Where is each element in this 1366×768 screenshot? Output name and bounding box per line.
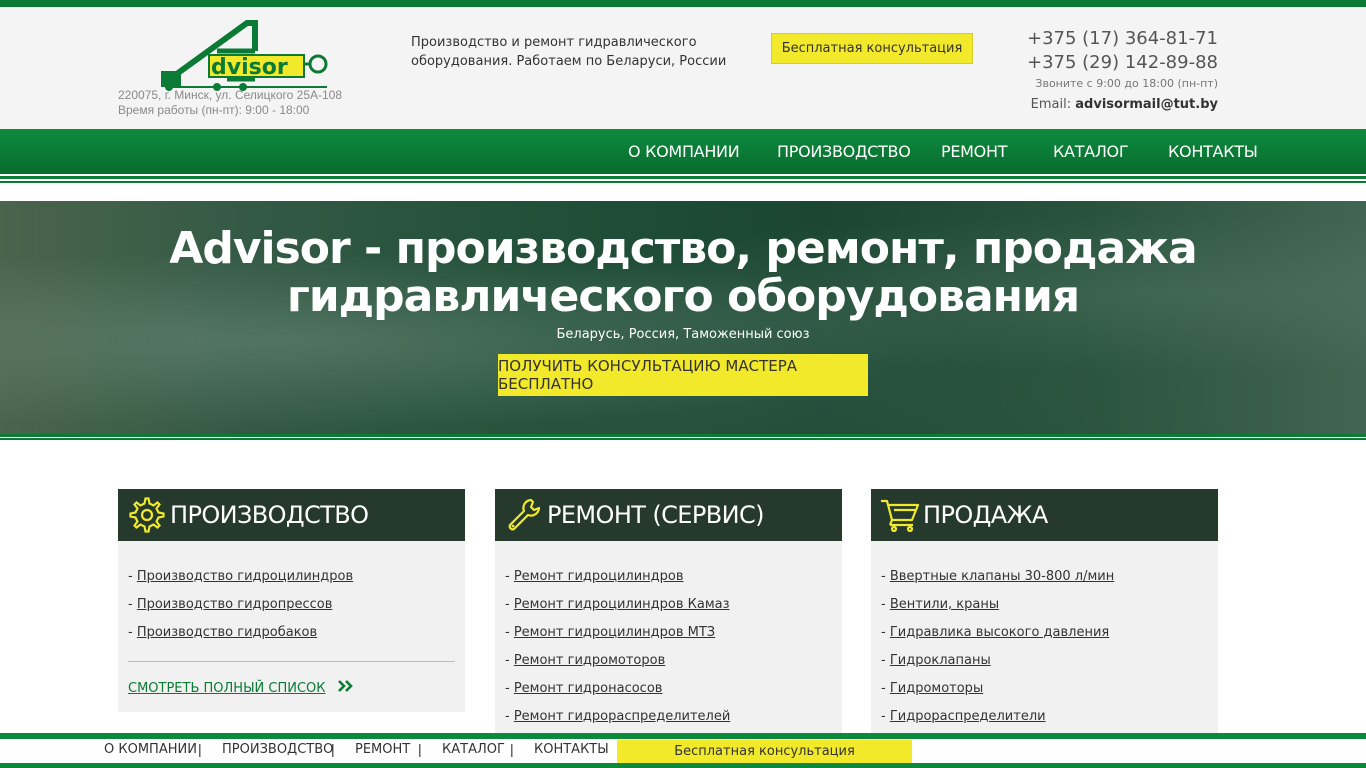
hero-banner: Advisor - производство, ремонт, продажа … [0, 201, 1366, 434]
list-item: - Ремонт гидроцилиндров Камаз [505, 597, 730, 612]
view-full-list-link[interactable]: СМОТРЕТЬ ПОЛНЫЙ СПИСОК [128, 680, 455, 702]
view-full-list-label: СМОТРЕТЬ ПОЛНЫЙ СПИСОК [128, 680, 326, 696]
nav-divider [0, 176, 1366, 179]
hero-title: Advisor - производство, ремонт, продажа … [0, 225, 1366, 321]
list-item: - Гидроклапаны [881, 653, 991, 668]
list-item: - Ремонт гидроцилиндров МТЗ [505, 625, 716, 640]
card-link[interactable]: Ремонт гидроцилиндров МТЗ [514, 625, 715, 640]
main-nav: О КОМПАНИИ ПРОИЗВОДСТВО РЕМОНТ КАТАЛОГ К… [0, 129, 1366, 174]
footer-separator: | [510, 741, 514, 757]
card-link[interactable]: Вентили, краны [890, 597, 999, 612]
wrench-icon [501, 489, 547, 541]
company-address: 220075, г. Минск, ул. Селицкого 25А-108 … [118, 88, 342, 118]
phone-1[interactable]: +375 (17) 364-81-71 [1027, 27, 1218, 51]
footer-divider [0, 733, 1366, 739]
logo-text: dvisor [211, 55, 288, 80]
card-body: - Ремонт гидроцилиндров - Ремонт гидроци… [495, 541, 842, 741]
nav-item-contacts[interactable]: КОНТАКТЫ [1168, 129, 1258, 174]
list-item: - Ремонт гидрораспределителей [505, 709, 731, 724]
footer-separator: | [198, 741, 202, 757]
email-link[interactable]: advisormail@tut.by [1075, 97, 1218, 112]
card-link[interactable]: Ремонт гидрораспределителей [514, 709, 730, 724]
card-link[interactable]: Гидромоторы [890, 681, 983, 696]
hero-subtitle: Беларусь, Россия, Таможенный союз [556, 327, 810, 342]
list-item: - Ремонт гидромоторов [505, 653, 666, 668]
card-link[interactable]: Ремонт гидроцилиндров Камаз [514, 597, 730, 612]
card-production: ПРОИЗВОДСТВО - Производство гидроцилиндр… [118, 489, 465, 712]
nav-item-production[interactable]: ПРОИЗВОДСТВО [777, 129, 911, 174]
double-chevron-right-icon [337, 680, 354, 696]
free-consultation-button[interactable]: Бесплатная консультация [771, 33, 973, 64]
card-body: - Ввертные клапаны 30-800 л/мин - Вентил… [871, 541, 1218, 741]
card-divider [128, 661, 455, 662]
work-hours-text: Время работы (пн-пт): 9:00 - 18:00 [118, 103, 310, 117]
card-link[interactable]: Производство гидропрессов [137, 597, 333, 612]
list-item: - Вентили, краны [881, 597, 1000, 612]
card-link[interactable]: Гидравлика высокого давления [890, 625, 1109, 640]
list-item: - Производство гидроцилиндров [128, 569, 354, 584]
logo[interactable]: dvisor [157, 15, 332, 91]
phone-2[interactable]: +375 (29) 142-89-88 [1027, 51, 1218, 75]
sticky-footer-bar: О КОМПАНИИ | ПРОИЗВОДСТВО | РЕМОНТ | КАТ… [0, 733, 1366, 768]
top-bar [0, 0, 1366, 7]
nav-item-repair[interactable]: РЕМОНТ [941, 129, 1007, 174]
footer-nav-catalog[interactable]: КАТАЛОГ [442, 742, 505, 757]
list-item: - Гидравлика высокого давления [881, 625, 1110, 640]
card-link[interactable]: Ввертные клапаны 30-800 л/мин [890, 569, 1114, 584]
card-link[interactable]: Производство гидроцилиндров [137, 569, 353, 584]
list-item: - Ввертные клапаны 30-800 л/мин [881, 569, 1115, 584]
footer-nav-about[interactable]: О КОМПАНИИ [104, 742, 197, 757]
cart-icon [877, 489, 923, 541]
header-tagline: Производство и ремонт гидравлического об… [411, 35, 727, 69]
header-contacts: +375 (17) 364-81-71 +375 (29) 142-89-88 … [1027, 27, 1218, 117]
list-item: - Ремонт гидронасосов [505, 681, 663, 696]
card-header: ПРОИЗВОДСТВО [118, 489, 465, 541]
footer-nav-contacts[interactable]: КОНТАКТЫ [534, 742, 609, 757]
card-title: ПРОДАЖА [923, 501, 1048, 529]
card-link[interactable]: Ремонт гидронасосов [514, 681, 663, 696]
nav-item-about[interactable]: О КОМПАНИИ [628, 129, 740, 174]
card-link[interactable]: Производство гидробаков [137, 625, 317, 640]
footer-nav-repair[interactable]: РЕМОНТ [355, 742, 410, 757]
card-link[interactable]: Гидроклапаны [890, 653, 991, 668]
hero-title-line-1: Advisor - производство, ремонт, продажа [169, 223, 1197, 274]
logo-graphic: dvisor [161, 20, 328, 91]
list-item: - Производство гидробаков [128, 625, 318, 640]
footer-divider [0, 763, 1366, 768]
nav-divider [0, 181, 1366, 183]
card-body: - Производство гидроцилиндров - Производ… [118, 541, 465, 712]
list-item: - Ремонт гидроцилиндров [505, 569, 684, 584]
card-header: ПРОДАЖА [871, 489, 1218, 541]
gear-icon [124, 489, 170, 541]
hero-title-line-2: гидравлического оборудования [286, 271, 1080, 322]
site-header: dvisor 220075, г. Минск, ул. Селицкого 2… [0, 7, 1366, 129]
nav-item-catalog[interactable]: КАТАЛОГ [1053, 129, 1129, 174]
email-line: Email: advisormail@tut.by [1027, 93, 1218, 117]
card-sales: ПРОДАЖА - Ввертные клапаны 30-800 л/мин … [871, 489, 1218, 741]
list-item: - Производство гидропрессов [128, 597, 333, 612]
address-text: 220075, г. Минск, ул. Селицкого 25А-108 [118, 88, 343, 102]
card-repair: РЕМОНТ (СЕРВИС) - Ремонт гидроцилиндров … [495, 489, 842, 741]
email-label: Email: [1030, 97, 1072, 112]
hero-consultation-button[interactable]: ПОЛУЧИТЬ КОНСУЛЬТАЦИЮ МАСТЕРА БЕСПЛАТНО [498, 354, 868, 396]
footer-consultation-button[interactable]: Бесплатная консультация [617, 740, 912, 763]
list-item: - Гидромоторы [881, 681, 984, 696]
card-link[interactable]: Ремонт гидроцилиндров [514, 569, 684, 584]
footer-separator: | [418, 741, 422, 757]
list-item: - Гидрораспределители [881, 709, 1046, 724]
card-header: РЕМОНТ (СЕРВИС) [495, 489, 842, 541]
card-title: РЕМОНТ (СЕРВИС) [547, 501, 764, 529]
footer-nav-production[interactable]: ПРОИЗВОДСТВО [222, 742, 333, 757]
footer-separator: | [331, 741, 335, 757]
card-link[interactable]: Гидрораспределители [890, 709, 1046, 724]
card-link[interactable]: Ремонт гидромоторов [514, 653, 665, 668]
hero-divider [0, 438, 1366, 440]
hero-divider [0, 434, 1366, 437]
card-title: ПРОИЗВОДСТВО [170, 501, 369, 529]
call-hours: Звоните с 9:00 до 18:00 (пн-пт) [1035, 77, 1218, 90]
